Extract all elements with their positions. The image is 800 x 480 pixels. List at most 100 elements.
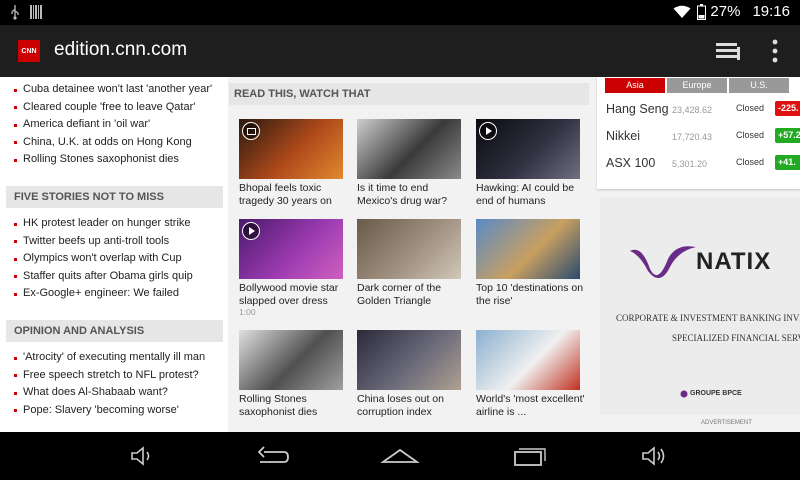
list-item[interactable]: HK protest leader on hunger strike	[14, 215, 193, 233]
story-card[interactable]: Top 10 'destinations on the rise'	[476, 219, 586, 307]
story-caption[interactable]: Bhopal feels toxic tragedy 30 years on	[239, 182, 349, 207]
list-item[interactable]: 'Atrocity' of executing mentally ill man	[14, 349, 205, 367]
middle-column: READ THIS, WATCH THAT Bhopal feels toxic…	[229, 77, 591, 432]
story-thumbnail[interactable]	[239, 330, 343, 390]
battery-percent: 27%	[710, 3, 741, 20]
home-icon[interactable]	[380, 444, 420, 468]
market-status: Closed	[736, 130, 765, 140]
system-navigation-bar	[0, 432, 800, 480]
story-card[interactable]: World's 'most excellent' airline is ...	[476, 330, 586, 418]
story-card[interactable]: China loses out on corruption index	[357, 330, 467, 418]
list-item[interactable]: America defiant in 'oil war'	[14, 116, 212, 134]
market-name: Nikkei	[606, 129, 641, 143]
story-thumbnail[interactable]	[357, 219, 461, 279]
list-item[interactable]: Staffer quits after Obama girls quip	[14, 268, 193, 286]
story-caption[interactable]: Rolling Stones saxophonist dies	[239, 393, 349, 418]
browser-toolbar: CNN edition.cnn.com	[0, 25, 800, 77]
story-caption[interactable]: Hawking: AI could be end of humans	[476, 182, 586, 207]
market-change-badge: -225.	[775, 101, 800, 116]
story-caption[interactable]: Top 10 'destinations on the rise'	[476, 282, 586, 307]
story-card[interactable]: Bollywood movie star slapped over dress …	[239, 219, 349, 317]
story-card[interactable]: Dark corner of the Golden Triangle	[357, 219, 467, 307]
wifi-icon	[673, 5, 691, 18]
story-thumbnail[interactable]	[476, 219, 580, 279]
ad-group-name: GROUPE BPCE	[690, 390, 742, 397]
story-caption[interactable]: Is it time to end Mexico's drug war?	[357, 182, 467, 207]
list-item[interactable]: Cleared couple 'free to leave Qatar'	[14, 99, 212, 117]
market-value: 5,301.20	[672, 159, 708, 169]
list-item[interactable]: Cuba detainee won't last 'another year'	[14, 81, 212, 99]
market-value: 23,428.62	[672, 105, 713, 115]
list-item[interactable]: China, U.K. at odds on Hong Kong	[14, 134, 212, 152]
story-thumbnail[interactable]	[357, 119, 461, 179]
advertisement-label: ADVERTISEMENT	[701, 420, 752, 426]
section-header-read-this: READ THIS, WATCH THAT	[229, 83, 589, 105]
usb-icon	[11, 5, 19, 20]
advertisement-banner[interactable]: NATIX CORPORATE & INVESTMENT BANKING INV…	[600, 197, 800, 415]
ad-tagline: CORPORATE & INVESTMENT BANKING INVESTMEN	[616, 313, 800, 323]
story-thumbnail[interactable]	[239, 119, 343, 179]
overflow-menu-icon[interactable]	[770, 39, 780, 63]
list-item[interactable]: Rolling Stones saxophonist dies	[14, 151, 212, 169]
market-tabs: Asia Europe U.S.	[605, 78, 789, 93]
market-value: 17,720.43	[672, 132, 713, 142]
right-column: Asia Europe U.S. Hang Seng 23,428.62 Clo…	[597, 77, 800, 432]
top-stories-list: Cuba detainee won't last 'another year' …	[0, 81, 212, 169]
video-duration: 1:00	[239, 307, 256, 317]
list-item[interactable]: Pope: Slavery 'becoming worse'	[14, 402, 205, 420]
volume-down-icon[interactable]	[129, 444, 157, 468]
play-icon	[242, 222, 260, 240]
story-caption[interactable]: Bollywood movie star slapped over dress	[239, 282, 349, 307]
story-card[interactable]: Rolling Stones saxophonist dies	[239, 330, 349, 418]
list-item[interactable]: Free speech stretch to NFL protest?	[14, 367, 205, 385]
ad-tagline: SPECIALIZED FINANCIAL SERVICES	[672, 333, 800, 343]
battery-icon	[697, 3, 707, 20]
story-card[interactable]: Hawking: AI could be end of humans	[476, 119, 586, 207]
web-page: Cuba detainee won't last 'another year' …	[0, 77, 800, 432]
story-thumbnail[interactable]	[476, 330, 580, 390]
natixis-logo-icon	[630, 246, 696, 279]
tab-asia[interactable]: Asia	[605, 78, 665, 93]
list-item[interactable]: What does Al-Shabaab want?	[14, 384, 205, 402]
left-column: Cuba detainee won't last 'another year' …	[0, 77, 228, 432]
story-card[interactable]: Bhopal feels toxic tragedy 30 years on	[239, 119, 349, 207]
opinion-list: 'Atrocity' of executing mentally ill man…	[0, 349, 205, 419]
list-item[interactable]: Ex-Google+ engineer: We failed	[14, 285, 193, 303]
list-item[interactable]: Twitter beefs up anti-troll tools	[14, 233, 193, 251]
list-item[interactable]: Olympics won't overlap with Cup	[14, 250, 193, 268]
market-name: ASX 100	[606, 156, 656, 170]
status-bar: 27% 19:16	[0, 0, 800, 25]
story-thumbnail[interactable]	[357, 330, 461, 390]
section-header-opinion: OPINION AND ANALYSIS	[6, 320, 223, 342]
market-row[interactable]: Hang Seng 23,428.62 Closed -225.	[606, 101, 800, 122]
recent-apps-icon[interactable]	[511, 444, 547, 468]
story-caption[interactable]: World's 'most excellent' airline is ...	[476, 393, 586, 418]
story-thumbnail[interactable]	[239, 219, 343, 279]
market-change-badge: +57.2	[775, 128, 800, 143]
market-row[interactable]: ASX 100 5,301.20 Closed +41.	[606, 155, 800, 176]
section-header-five-stories: FIVE STORIES NOT TO MISS	[6, 186, 223, 208]
back-icon[interactable]	[256, 444, 290, 468]
gallery-icon	[242, 122, 260, 140]
market-status: Closed	[736, 103, 765, 113]
market-row[interactable]: Nikkei 17,720.43 Closed +57.2	[606, 128, 800, 149]
tab-us[interactable]: U.S.	[729, 78, 789, 93]
cnn-logo-icon[interactable]: CNN	[18, 40, 40, 62]
story-caption[interactable]: China loses out on corruption index	[357, 393, 467, 418]
play-icon	[479, 122, 497, 140]
groupe-logo-icon	[680, 390, 688, 398]
market-change-badge: +41.	[775, 155, 800, 170]
clock: 19:16	[752, 3, 790, 20]
markets-widget: Asia Europe U.S. Hang Seng 23,428.62 Clo…	[597, 77, 800, 189]
volume-up-icon[interactable]	[640, 444, 668, 468]
tabs-icon[interactable]	[716, 41, 740, 61]
five-stories-list: HK protest leader on hunger strike Twitt…	[0, 215, 193, 303]
url-field[interactable]: edition.cnn.com	[54, 39, 187, 61]
logo-text: CNN	[21, 47, 37, 55]
market-status: Closed	[736, 157, 765, 167]
story-thumbnail[interactable]	[476, 119, 580, 179]
story-caption[interactable]: Dark corner of the Golden Triangle	[357, 282, 467, 307]
barcode-icon	[30, 5, 42, 19]
tab-europe[interactable]: Europe	[667, 78, 727, 93]
story-card[interactable]: Is it time to end Mexico's drug war?	[357, 119, 467, 207]
